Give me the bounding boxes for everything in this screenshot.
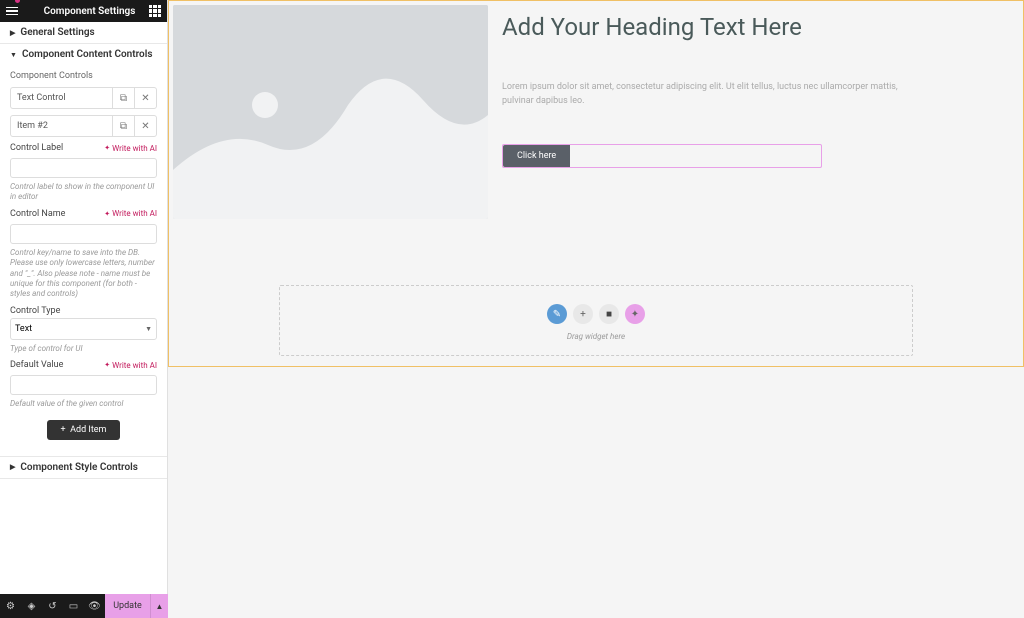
edit-pencil-icon[interactable]: ✎ bbox=[547, 304, 567, 324]
accordion-style: ▶ Component Style Controls bbox=[0, 457, 167, 479]
field-default-value: Default Value Write with AI bbox=[10, 360, 157, 395]
image-placeholder[interactable] bbox=[173, 5, 488, 219]
template-folder-icon[interactable]: ■ bbox=[599, 304, 619, 324]
update-options-caret[interactable]: ▲ bbox=[150, 594, 168, 618]
field-label: Control Label bbox=[10, 143, 63, 153]
dropzone-actions: ✎ + ■ ✦ bbox=[280, 304, 912, 324]
write-with-ai-link[interactable]: Write with AI bbox=[104, 209, 157, 218]
settings-gear-icon[interactable]: ⚙ bbox=[0, 594, 21, 618]
control-name-input[interactable] bbox=[10, 224, 157, 244]
help-text: Type of control for UI bbox=[10, 344, 157, 354]
write-with-ai-link[interactable]: Write with AI bbox=[104, 361, 157, 370]
hero-content: Add Your Heading Text Here Lorem ipsum d… bbox=[502, 5, 1019, 219]
accordion-label: Component Content Controls bbox=[22, 49, 153, 60]
control-item[interactable]: Text Control ⧉ ✕ bbox=[10, 87, 157, 109]
field-label: Control Type bbox=[10, 306, 60, 316]
history-icon[interactable]: ↺ bbox=[42, 594, 63, 618]
cta-button[interactable]: Click here bbox=[503, 145, 570, 167]
accordion-header-content[interactable]: ▼ Component Content Controls bbox=[0, 44, 167, 65]
add-plus-icon[interactable]: + bbox=[573, 304, 593, 324]
accordion-label: General Settings bbox=[20, 27, 94, 38]
cta-selection-outline: Click here bbox=[502, 144, 822, 168]
section-label: Component Controls bbox=[10, 71, 157, 81]
widget-dropzone[interactable]: ✎ + ■ ✦ Drag widget here bbox=[279, 285, 913, 356]
accordion-body: Component Controls Text Control ⧉ ✕ Item… bbox=[0, 65, 167, 456]
help-text: Control label to show in the component U… bbox=[10, 182, 157, 203]
field-control-label: Control Label Write with AI bbox=[10, 143, 157, 178]
notification-dot bbox=[15, 0, 20, 3]
settings-sidebar: Component Settings ▶ General Settings ▼ … bbox=[0, 0, 168, 618]
help-text: Control key/name to save into the DB. Pl… bbox=[10, 248, 157, 300]
close-icon[interactable]: ✕ bbox=[134, 116, 156, 136]
control-item-label: Text Control bbox=[11, 88, 112, 108]
field-label: Default Value bbox=[10, 360, 63, 370]
field-control-name: Control Name Write with AI bbox=[10, 209, 157, 244]
hamburger-icon[interactable] bbox=[6, 7, 24, 16]
layers-icon[interactable]: ◈ bbox=[21, 594, 42, 618]
caret-right-icon: ▶ bbox=[10, 463, 15, 471]
control-type-select[interactable]: Text ▼ bbox=[10, 318, 157, 340]
hero-row: Add Your Heading Text Here Lorem ipsum d… bbox=[169, 1, 1023, 223]
select-value: Text bbox=[15, 324, 32, 334]
caret-down-icon: ▼ bbox=[145, 325, 152, 333]
selected-section[interactable]: Add Your Heading Text Here Lorem ipsum d… bbox=[168, 0, 1024, 367]
sidebar-header: Component Settings bbox=[0, 0, 167, 22]
bottom-toolbar: ⚙ ◈ ↺ ▭ 👁 Update ▲ bbox=[0, 594, 168, 618]
field-control-type: Control Type Text ▼ bbox=[10, 306, 157, 340]
update-button[interactable]: Update bbox=[105, 594, 150, 618]
hero-paragraph[interactable]: Lorem ipsum dolor sit amet, consectetur … bbox=[502, 81, 929, 108]
apps-grid-icon[interactable] bbox=[149, 5, 161, 17]
caret-right-icon: ▶ bbox=[10, 29, 15, 37]
write-with-ai-link[interactable]: Write with AI bbox=[104, 144, 157, 153]
duplicate-icon[interactable]: ⧉ bbox=[112, 88, 134, 108]
preview-eye-icon[interactable]: 👁 bbox=[84, 594, 105, 618]
sidebar-title: Component Settings bbox=[30, 6, 149, 17]
control-item[interactable]: Item #2 ⧉ ✕ bbox=[10, 115, 157, 137]
field-label: Control Name bbox=[10, 209, 65, 219]
help-text: Default value of the given control bbox=[10, 399, 157, 409]
add-item-button[interactable]: + Add Item bbox=[47, 420, 121, 440]
duplicate-icon[interactable]: ⧉ bbox=[112, 116, 134, 136]
accordion-header-style[interactable]: ▶ Component Style Controls bbox=[0, 457, 167, 478]
responsive-icon[interactable]: ▭ bbox=[63, 594, 84, 618]
hero-heading[interactable]: Add Your Heading Text Here bbox=[502, 13, 929, 41]
accordion-general: ▶ General Settings bbox=[0, 22, 167, 44]
close-icon[interactable]: ✕ bbox=[134, 88, 156, 108]
accordion-header-general[interactable]: ▶ General Settings bbox=[0, 22, 167, 43]
ai-sparkle-icon[interactable]: ✦ bbox=[625, 304, 645, 324]
control-label-input[interactable] bbox=[10, 158, 157, 178]
accordion-content: ▼ Component Content Controls Component C… bbox=[0, 44, 167, 457]
placeholder-mountain-icon bbox=[173, 5, 488, 219]
accordion-label: Component Style Controls bbox=[20, 462, 137, 473]
dropzone-text: Drag widget here bbox=[280, 332, 912, 341]
editor-canvas: Add Your Heading Text Here Lorem ipsum d… bbox=[168, 0, 1024, 618]
control-item-label: Item #2 bbox=[11, 116, 112, 136]
caret-down-icon: ▼ bbox=[10, 51, 17, 59]
default-value-input[interactable] bbox=[10, 375, 157, 395]
